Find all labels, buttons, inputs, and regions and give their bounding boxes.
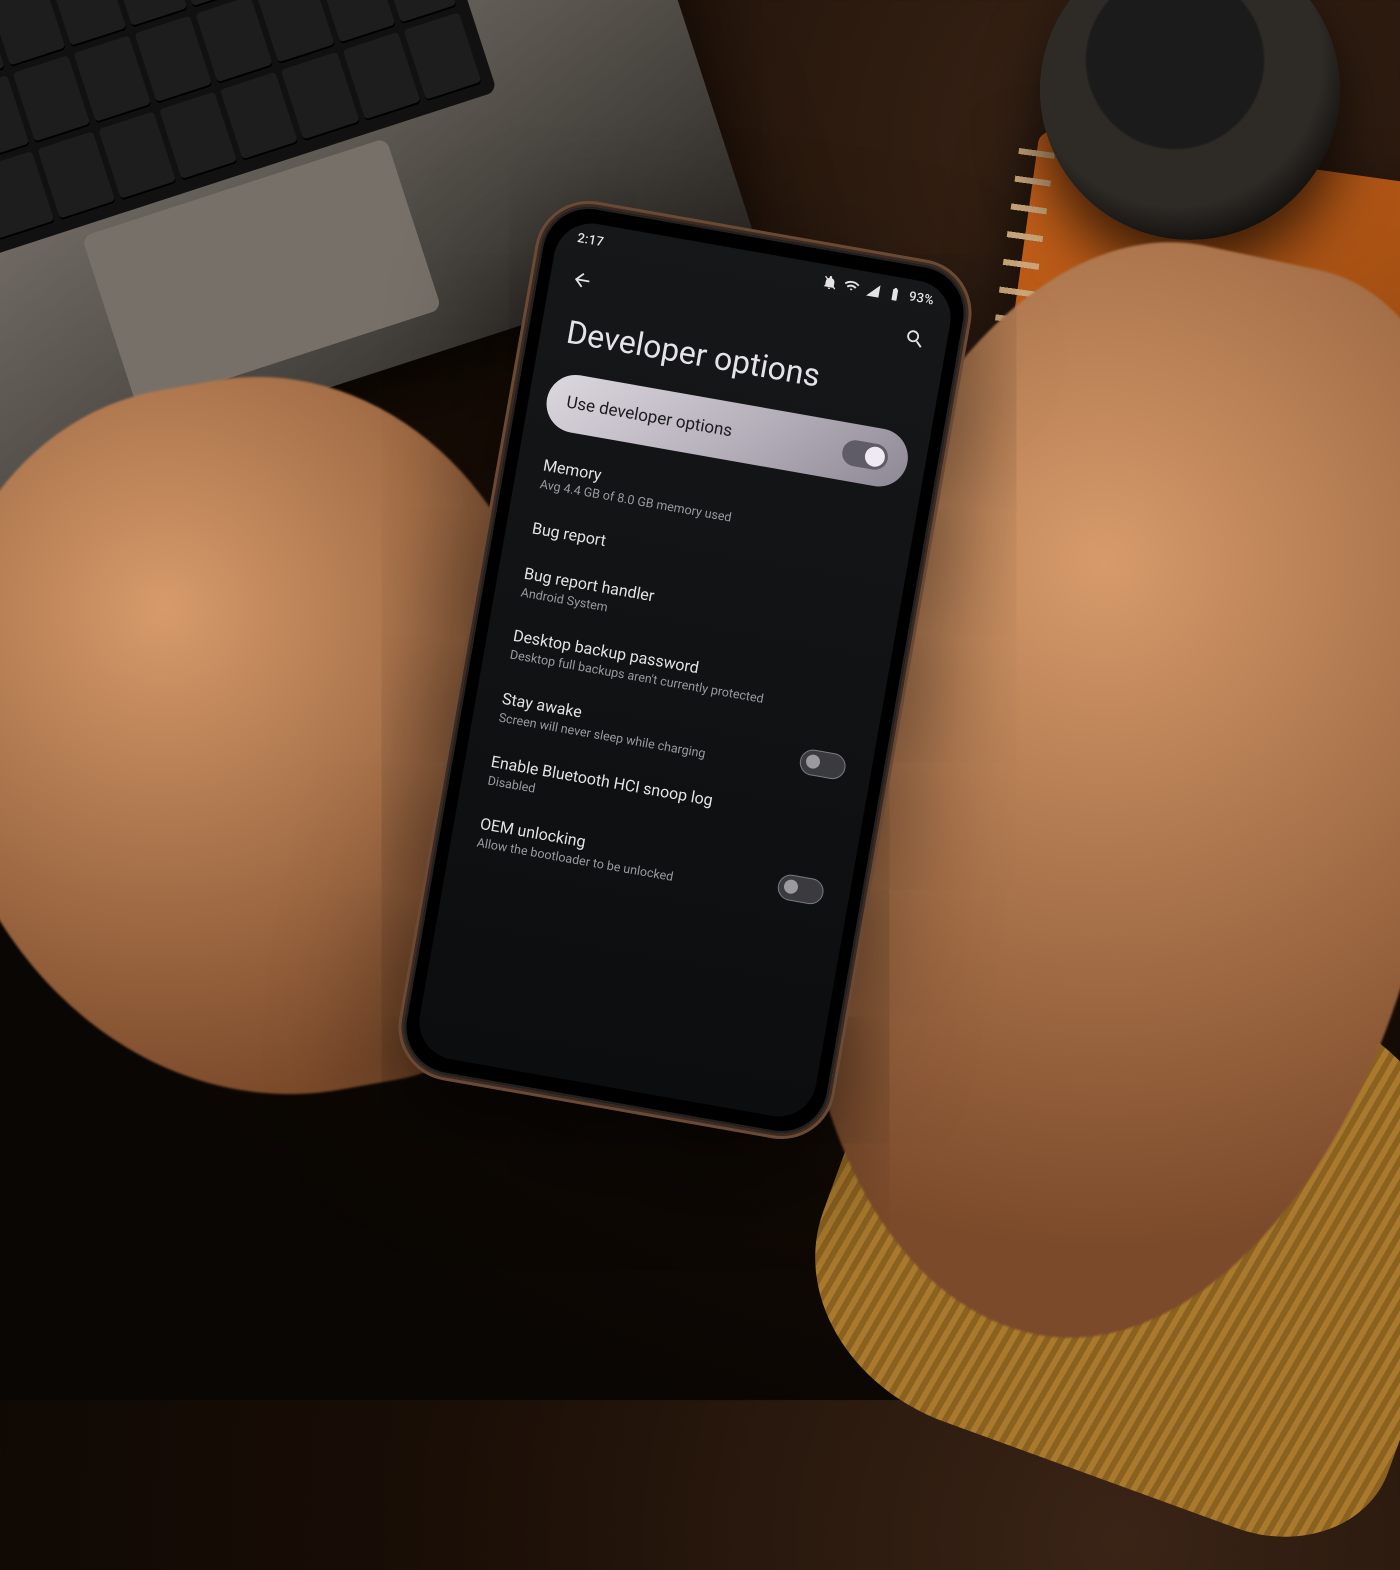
dnd-off-icon: [821, 274, 838, 291]
search-button[interactable]: [890, 313, 941, 364]
battery-icon: [886, 285, 903, 302]
signal-icon: [864, 281, 881, 298]
master-toggle-label: Use developer options: [565, 393, 734, 442]
battery-percent: 93%: [908, 289, 935, 308]
master-toggle-switch[interactable]: [840, 438, 890, 472]
back-button[interactable]: [557, 255, 608, 306]
desk-scene: 2:17 93%: [0, 0, 1400, 1400]
wifi-icon: [843, 277, 860, 294]
stay-awake-switch[interactable]: [798, 747, 848, 781]
status-time: 2:17: [576, 230, 605, 249]
oem-unlock-switch[interactable]: [776, 873, 826, 907]
settings-list: Memory Avg 4.4 GB of 8.0 GB memory used …: [448, 438, 918, 929]
